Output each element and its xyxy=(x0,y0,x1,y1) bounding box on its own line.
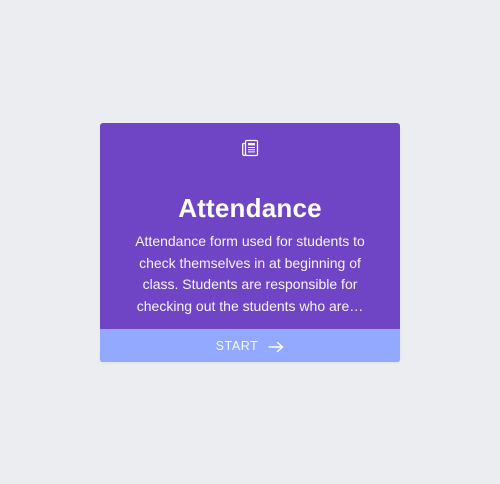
form-card[interactable]: Attendance Attendance form used for stud… xyxy=(100,123,400,362)
description-line: Attendance form used for students to xyxy=(135,233,365,249)
newspaper-icon xyxy=(241,139,259,157)
card-description: Attendance form used for students to che… xyxy=(130,231,370,317)
description-line: checking out the students who are… xyxy=(136,297,364,314)
start-button-label: START xyxy=(215,338,259,353)
description-line: check themselves in at beginning of xyxy=(139,254,361,271)
description-line: class. Students are responsible for xyxy=(142,276,358,292)
card-title: Attendance xyxy=(178,193,322,223)
start-button[interactable]: START xyxy=(100,329,400,362)
arrow-right-icon xyxy=(268,340,284,352)
card-body: Attendance Attendance form used for stud… xyxy=(100,123,400,329)
